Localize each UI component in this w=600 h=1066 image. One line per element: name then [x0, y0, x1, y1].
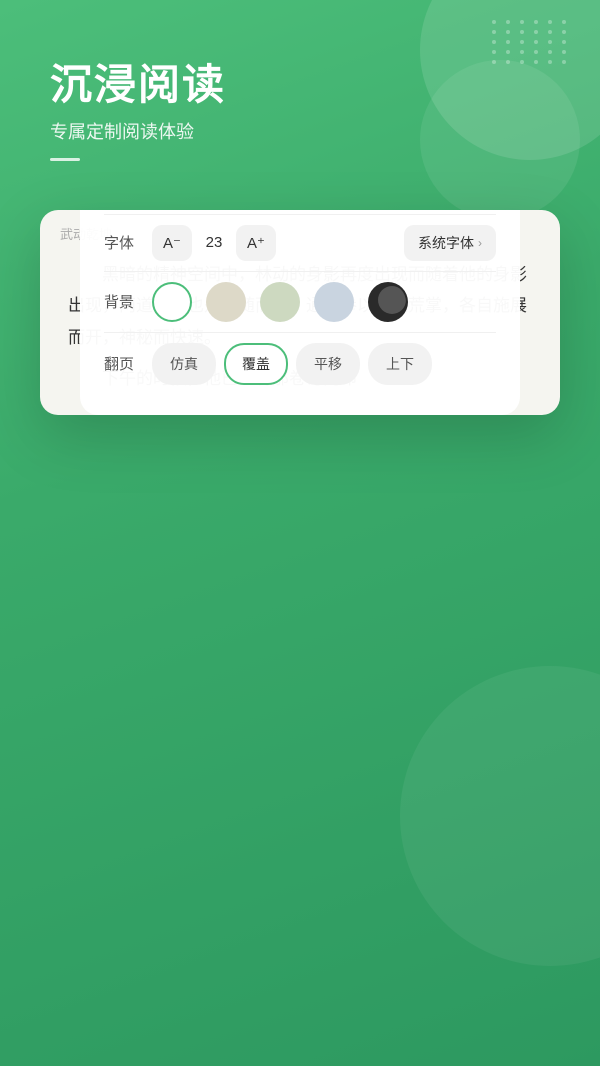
font-decrease-button[interactable]: A⁻ [152, 225, 192, 261]
chevron-right-icon: › [478, 236, 482, 250]
pageturn-row: 翻页 仿真 覆盖 平移 上下 [104, 333, 496, 395]
font-increase-button[interactable]: A⁺ [236, 225, 276, 261]
pageturn-slide-button[interactable]: 平移 [296, 343, 360, 385]
bg-decor-circle-3 [400, 666, 600, 966]
bg-beige-option[interactable] [206, 282, 246, 322]
background-row: 背景 [104, 272, 496, 333]
page-title: 沉浸阅读 [50, 60, 600, 110]
font-size-display: 23 [202, 234, 226, 251]
crescent-icon [378, 286, 406, 314]
bg-light-green-option[interactable] [260, 282, 300, 322]
bg-white-option[interactable] [152, 282, 192, 322]
pageturn-cover-button[interactable]: 覆盖 [224, 343, 288, 385]
header-line-decoration [50, 158, 80, 161]
font-label: 字体 [104, 232, 140, 253]
font-controls: A⁻ 23 A⁺ [152, 225, 276, 261]
font-family-label: 系统字体 [418, 233, 474, 253]
font-row: 字体 A⁻ 23 A⁺ 系统字体 › [104, 215, 496, 272]
page-subtitle: 专属定制阅读体验 [50, 118, 600, 144]
pageturn-vertical-button[interactable]: 上下 [368, 343, 432, 385]
reading-settings-panel: 亮度 护眼模式 [80, 210, 520, 415]
reader-card: 武动乾坤 黑暗的精神空间中，林动的身影再度出现而随着他的身影出现，两道光影也是紧… [40, 210, 560, 415]
bg-color-options [152, 282, 408, 322]
bg-dark-option[interactable] [368, 282, 408, 322]
pageturn-label: 翻页 [104, 353, 140, 374]
font-family-button[interactable]: 系统字体 › [404, 225, 496, 261]
pageturn-options: 仿真 覆盖 平移 上下 [152, 343, 432, 385]
pageturn-simulation-button[interactable]: 仿真 [152, 343, 216, 385]
header: 沉浸阅读 专属定制阅读体验 [0, 0, 600, 161]
bg-light-blue-option[interactable] [314, 282, 354, 322]
bg-label: 背景 [104, 291, 140, 312]
